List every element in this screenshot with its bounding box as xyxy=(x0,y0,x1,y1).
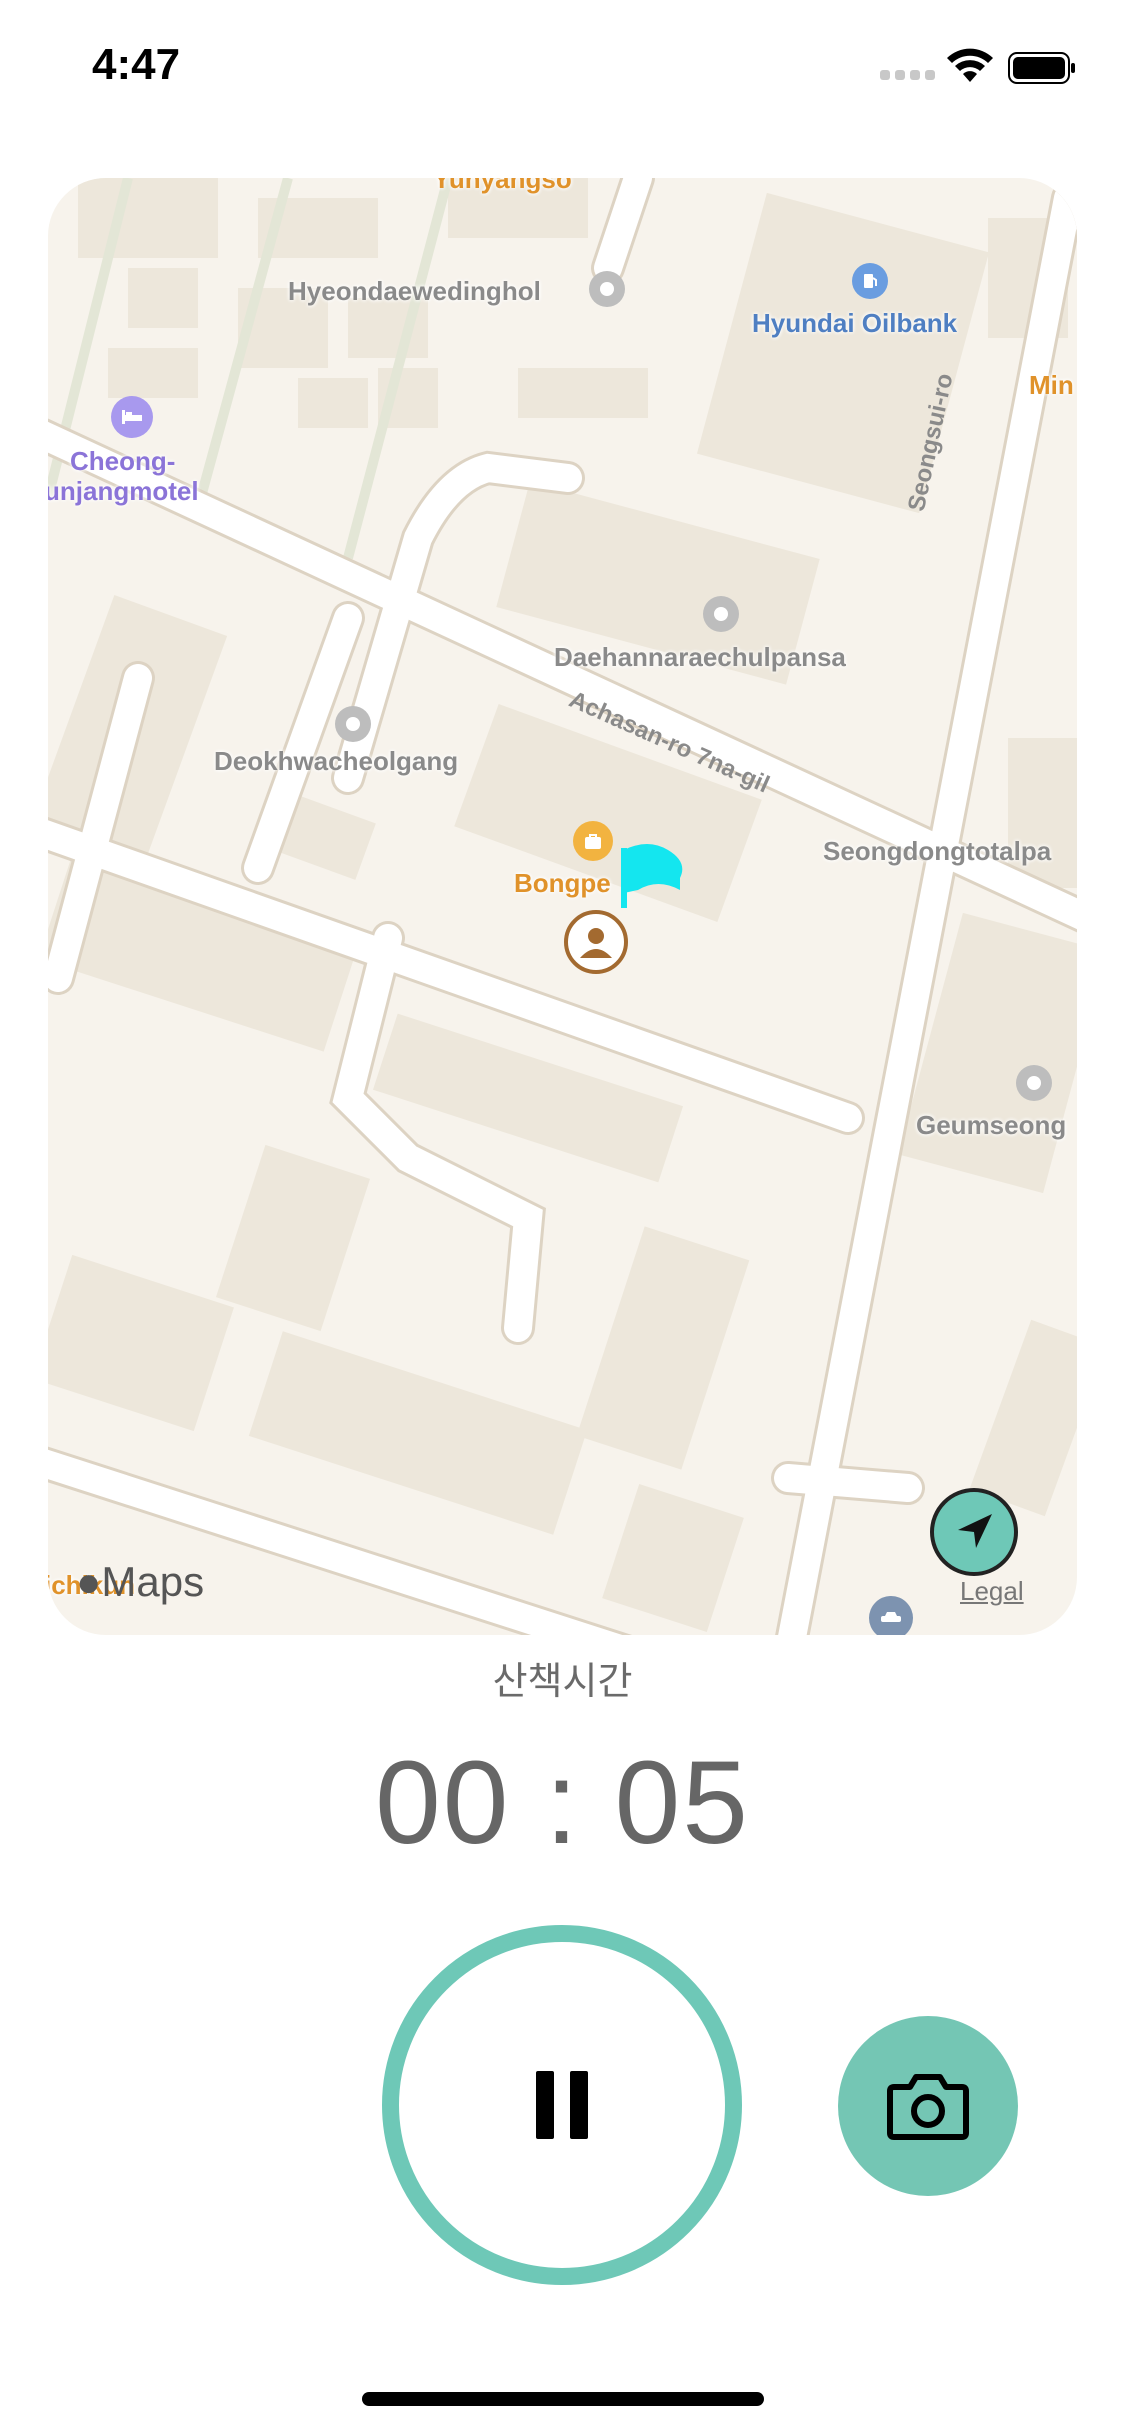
map-label-wedding-hall: Hyeondaewedinghol xyxy=(288,276,541,306)
motel-bed-icon[interactable] xyxy=(111,396,153,438)
geumseong-pin-icon[interactable] xyxy=(1016,1065,1052,1101)
wedding-hall-pin-icon[interactable] xyxy=(589,271,625,307)
walk-time-label: 산책시간 xyxy=(492,1659,633,1703)
map-label-bongpe: Bongpe xyxy=(514,868,611,898)
apple-maps-logo: ●Maps xyxy=(76,1558,204,1606)
status-time: 4:47 xyxy=(92,40,181,89)
battery-icon xyxy=(1008,52,1075,84)
home-indicator xyxy=(362,2392,764,2406)
map-label-motel-2: unjangmotel xyxy=(48,476,199,506)
daehan-pin-icon[interactable] xyxy=(703,596,739,632)
walk-timer: 00 : 05 xyxy=(375,1737,750,1869)
pause-icon xyxy=(536,2071,588,2139)
wifi-icon xyxy=(947,48,993,82)
locate-me-button[interactable] xyxy=(930,1488,1018,1576)
map-label-yunyangso: Yunyangso xyxy=(433,178,572,194)
apple-logo-icon: ● xyxy=(76,1558,102,1605)
legal-link[interactable]: Legal xyxy=(960,1576,1024,1607)
map-label-min: Min xyxy=(1029,370,1074,400)
camera-icon xyxy=(887,2074,969,2140)
camera-button[interactable] xyxy=(838,2016,1018,2196)
map-label-deokhwa: Deokhwacheolgang xyxy=(214,746,459,776)
deokhwa-pin-icon[interactable] xyxy=(335,706,371,742)
map-base xyxy=(48,178,1077,1635)
cellular-signal-icon xyxy=(880,70,936,84)
shopping-bag-icon[interactable] xyxy=(573,821,613,861)
map-view[interactable]: Yunyangso Hyeondaewedinghol Hyundai Oilb… xyxy=(48,178,1077,1635)
car-service-icon[interactable] xyxy=(869,1596,913,1635)
pause-button[interactable] xyxy=(382,1925,742,2285)
map-label-seongdong: Seongdongtotalpa xyxy=(823,836,1052,866)
gas-station-icon[interactable] xyxy=(852,263,888,299)
map-label-motel-1: Cheong- xyxy=(70,446,176,476)
map-label-daehan: Daehannaraechulpansa xyxy=(554,642,846,672)
map-label-geumseong: Geumseong xyxy=(916,1110,1067,1140)
location-arrow-icon xyxy=(958,1514,992,1548)
map-label-oilbank: Hyundai Oilbank xyxy=(752,308,958,338)
user-avatar-icon[interactable] xyxy=(564,910,628,974)
maps-logo-text: Maps xyxy=(101,1558,205,1605)
status-bar: 4:47 xyxy=(0,0,1125,140)
